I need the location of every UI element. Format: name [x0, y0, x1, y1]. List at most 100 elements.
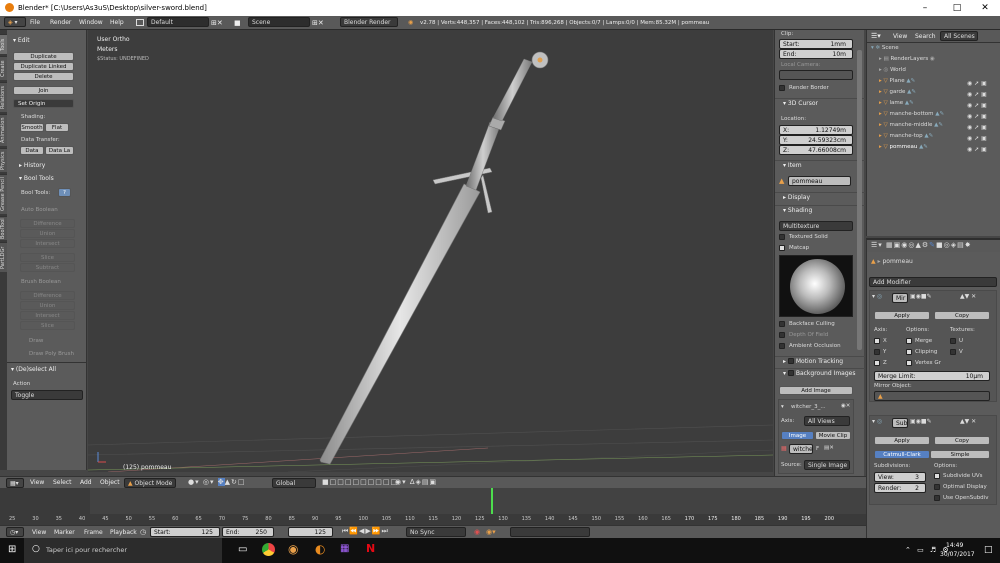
draw-label[interactable]: Draw [29, 338, 43, 344]
render-border-checkbox[interactable] [779, 85, 785, 91]
shading-panel-header[interactable]: ▾ Shading [775, 205, 865, 215]
display-panel-header[interactable]: ▸ Display [775, 192, 865, 202]
windows-start-icon[interactable]: ⊞ [8, 544, 16, 555]
menu-help[interactable]: Help [110, 19, 124, 26]
playback-controls[interactable]: ⏮⏪◀▶⏩⏭ [342, 527, 389, 536]
timeline[interactable] [0, 488, 866, 514]
outliner-view-menu[interactable]: View [893, 33, 907, 40]
mirror-y-checkbox[interactable] [874, 349, 880, 355]
bg-image-browse-icon[interactable]: ▤✕ [824, 445, 834, 451]
menu-timeline-view[interactable]: View [32, 529, 46, 536]
menu-object[interactable]: Object [100, 479, 120, 486]
menu-view[interactable]: View [30, 479, 44, 486]
backface-culling-checkbox[interactable] [779, 321, 785, 327]
clip-end-field[interactable]: End: 10m [779, 49, 853, 59]
outliner-item-renderlayers[interactable]: ▸ ▤ RenderLayers ◉ [879, 56, 935, 62]
brush-union-button[interactable]: Union [20, 301, 75, 310]
simple-button[interactable]: Simple [930, 450, 990, 459]
blender-taskbar-icon[interactable]: ◉ [288, 542, 298, 556]
background-images-checkbox[interactable] [787, 370, 794, 376]
union-button[interactable]: Union [20, 229, 75, 238]
subsurf-name-field[interactable]: Sub [892, 418, 908, 428]
subsurf-header-icons[interactable]: ▾ ◎ [872, 418, 882, 425]
menu-select[interactable]: Select [53, 479, 72, 486]
slice-button[interactable]: Slice [20, 253, 75, 262]
difference-button[interactable]: Difference [20, 219, 75, 228]
viewport-editor-type[interactable]: ▦▾ [6, 478, 24, 488]
bg-expand-icon[interactable]: ▾ [781, 404, 784, 410]
matcap-checkbox[interactable] [779, 245, 785, 251]
menu-file[interactable]: File [30, 19, 40, 26]
render-engine-select[interactable]: Blender Render [340, 17, 398, 27]
current-frame-field[interactable]: 125 [288, 527, 333, 537]
help-icon[interactable]: ? [58, 188, 71, 197]
layer-buttons[interactable]: ■□□□□□□□□□ [322, 478, 398, 486]
outliner-item-world[interactable]: ▸ ◎ World [879, 67, 906, 73]
optimal-display-checkbox[interactable] [934, 484, 940, 490]
local-camera-field[interactable] [779, 70, 853, 80]
outliner-search-menu[interactable]: Search [915, 33, 936, 40]
join-button[interactable]: Join [13, 86, 74, 95]
outliner-item-pommeau[interactable]: ▸ ▽ pommeau ▲✎ [879, 144, 928, 150]
properties-tab-icons[interactable]: ☰▾ ▦▣◉◎▲⚙✎■◎◈▤✸ [871, 241, 972, 249]
editor-type-button[interactable]: ◈ ▾ [4, 17, 26, 27]
tab-booltool[interactable]: BoolTool [0, 216, 7, 240]
add-scene-icon[interactable]: ⊞✕ [312, 19, 324, 27]
background-images-panel-header[interactable]: ▾ Background Images [775, 368, 865, 378]
vertex-groups-checkbox[interactable] [906, 360, 912, 366]
preview-range-icon[interactable]: ◷ [140, 528, 146, 536]
outliner-item-plane[interactable]: ▸ ▽ Plane ▲✎ [879, 78, 915, 84]
draw-poly-brush-label[interactable]: Draw Poly Brush [29, 351, 74, 357]
tab-tools[interactable]: Tools [0, 34, 7, 54]
item-name-field[interactable]: pommeau [788, 176, 851, 186]
data-layout-button[interactable]: Data La [45, 146, 74, 155]
textured-solid-checkbox[interactable] [779, 234, 785, 240]
mode-select[interactable]: ▲ Object Mode [124, 478, 176, 488]
image-tab-button[interactable]: Image [781, 431, 814, 440]
3d-viewport[interactable]: User Ortho Meters $Status: UNDEFINED (12… [88, 30, 773, 472]
smooth-button[interactable]: Smooth [20, 123, 44, 132]
outliner-item-manche-top[interactable]: ▸ ▽ manche-top ▲✎ [879, 133, 933, 139]
catmull-clark-button[interactable]: Catmull-Clark [874, 450, 930, 459]
app-icon[interactable]: ▦ [340, 543, 349, 554]
keying-set-icon[interactable]: ◉▾ [486, 528, 496, 536]
menu-playback[interactable]: Playback [110, 529, 137, 536]
data-button[interactable]: Data [20, 146, 44, 155]
tab-relations[interactable]: Relations [0, 82, 7, 112]
current-frame-line[interactable] [491, 488, 493, 514]
scene-field[interactable]: Scene [248, 17, 310, 27]
tab-physics[interactable]: Physics [0, 148, 7, 172]
brush-slice-button[interactable]: Slice [20, 321, 75, 330]
use-opensubdiv-checkbox[interactable] [934, 495, 940, 501]
bg-image-file-field[interactable]: witche [789, 444, 813, 454]
history-panel-header[interactable]: ▸ History [19, 162, 45, 169]
sword-model[interactable] [319, 51, 549, 465]
outliner-item-manche-middle[interactable]: ▸ ▽ manche-middle ▲✎ [879, 122, 943, 128]
ambient-occlusion-checkbox[interactable] [779, 343, 785, 349]
outliner-item-garde[interactable]: ▸ ▽ garde ▲✎ [879, 89, 916, 95]
shading-pivot-icons[interactable]: ●▾ ◎▾ ✥▲↻□ [188, 478, 245, 486]
brush-difference-button[interactable]: Difference [20, 291, 75, 300]
timeline-editor-type[interactable]: ◷▾ [6, 527, 24, 537]
mirror-order-icons[interactable]: ▲▼ ✕ [960, 293, 976, 300]
mirror-visibility-icons[interactable]: ▣◉■✎ [910, 293, 932, 300]
screen-layout-field[interactable]: Default [147, 17, 209, 27]
npanel-scrollbar[interactable] [857, 50, 862, 350]
chrome-icon[interactable] [262, 543, 275, 556]
frame-ruler[interactable]: 25 30 35 40 45 50 55 60 65 70 75 80 85 90 95 100 105 110 1… [0, 514, 866, 525]
subsurf-order-icons[interactable]: ▲▼ ✕ [960, 418, 976, 425]
mirror-u-checkbox[interactable] [950, 338, 956, 344]
flat-button[interactable]: Flat [45, 123, 69, 132]
bg-visibility-icon[interactable]: ◉✕ [841, 403, 850, 409]
movie-clip-tab-button[interactable]: Movie Clip [815, 431, 851, 440]
menu-render[interactable]: Render [50, 19, 71, 26]
snap-render-icons[interactable]: ◉▾ ∆◈▤▣ [395, 478, 437, 486]
clipping-checkbox[interactable] [906, 349, 912, 355]
mirror-v-checkbox[interactable] [950, 349, 956, 355]
item-panel-header[interactable]: ▾ Item [775, 160, 865, 170]
cursor-z-field[interactable]: Z: 47.66008cm [779, 145, 853, 155]
mirror-x-checkbox[interactable] [874, 338, 880, 344]
intersect-button[interactable]: Intersect [20, 239, 75, 248]
minimize-button[interactable]: – [910, 0, 940, 16]
mirror-name-field[interactable]: Mir [892, 293, 908, 303]
